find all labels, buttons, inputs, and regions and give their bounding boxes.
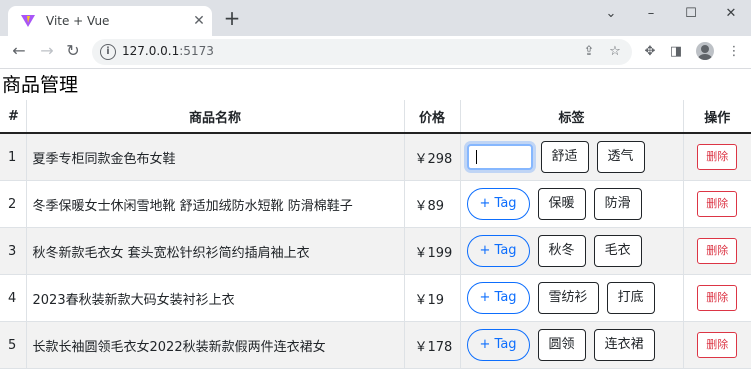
table-row: 4 2023春秋装新款大码女装衬衫上衣 ￥19 + Tag 雪纺衫 打底 删除 [0, 274, 751, 322]
table-row: 2 冬季保暖女士休闲雪地靴 舒适加绒防水短靴 防滑棉鞋子 ￥89 + Tag 保暖 防滑删… [0, 180, 751, 228]
product-price: ￥298 [403, 133, 460, 181]
delete-button[interactable]: 删除 [697, 191, 738, 217]
tags-cell: + Tag 秋冬 毛衣 [459, 227, 683, 275]
tag-chip: 舒适 [540, 141, 589, 173]
actions-cell: 删除 [682, 274, 751, 322]
share-icon[interactable]: ⇪ [580, 43, 598, 61]
product-name: 2023春秋装新款大码女装衬衫上衣 [25, 274, 404, 322]
extensions-icon[interactable]: ✥ [640, 42, 660, 62]
tag-input-field[interactable] [466, 144, 533, 170]
add-tag-button[interactable]: + Tag [466, 235, 530, 267]
tags-cell: + Tag 雪纺衫 打底 [459, 274, 683, 322]
product-name: 长款长袖圆领毛衣女2022秋装新款假两件连衣裙女 [25, 321, 404, 369]
tags-cell: + Tag 圆领 连衣裙 [459, 321, 683, 369]
product-name: 冬季保暖女士休闲雪地靴 舒适加绒防水短靴 防滑棉鞋子 [25, 180, 404, 228]
side-panel-icon[interactable]: ◨ [666, 42, 686, 62]
product-price: ￥199 [403, 227, 460, 275]
column-header-name: 商品名称 [25, 100, 404, 134]
bookmark-star-icon[interactable]: ☆ [606, 43, 624, 61]
product-price: ￥178 [403, 321, 460, 369]
column-header-actions: 操作 [682, 100, 751, 134]
row-index: 4 [0, 274, 26, 322]
tags-cell: 舒适 透气 [459, 133, 683, 181]
table-header-row: # 商品名称 价格 标签 操作 [0, 100, 751, 134]
back-button[interactable]: ← [8, 40, 30, 62]
maximize-button[interactable]: ☐ [674, 3, 708, 25]
tag-chip: 连衣裙 [593, 329, 655, 361]
tag-chip: 秋冬 [537, 235, 586, 267]
table-row: 5 长款长袖圆领毛衣女2022秋装新款假两件连衣裙女 ￥178 + Tag 圆领 连衣裙删… [0, 321, 751, 369]
tag-chip: 打底 [606, 282, 655, 314]
tag-chip: 防滑 [593, 188, 642, 220]
close-window-button[interactable]: ✕ [714, 3, 748, 25]
product-price: ￥19 [403, 274, 460, 322]
profile-avatar[interactable] [696, 42, 714, 60]
browser-tab[interactable]: Vite + Vue ✕ [8, 6, 212, 36]
tag-chip: 毛衣 [593, 235, 642, 267]
browser-toolbar: ← → ↻ i 127.0.0.1:5173 ⇪ ☆ ✥ ◨ ⋮ [0, 36, 751, 69]
delete-button[interactable]: 删除 [697, 238, 738, 264]
table-row: 3 秋冬新款毛衣女 套头宽松针织衫简约插肩袖上衣 ￥199 + Tag 秋冬 毛衣 删除 [0, 227, 751, 275]
row-index: 1 [0, 133, 26, 181]
tag-chip: 保暖 [537, 188, 586, 220]
page-title: 商品管理 [2, 74, 79, 96]
tag-chip: 圆领 [537, 329, 586, 361]
actions-cell: 删除 [682, 133, 751, 181]
actions-cell: 删除 [682, 321, 751, 369]
tab-title: Vite + Vue [46, 14, 110, 28]
url-text: 127.0.0.1:5173 [122, 44, 214, 58]
menu-kebab-icon[interactable]: ⋮ [724, 42, 744, 62]
add-tag-button[interactable]: + Tag [466, 329, 530, 361]
delete-button[interactable]: 删除 [697, 144, 738, 170]
row-index: 5 [0, 321, 26, 369]
add-tag-button[interactable]: + Tag [466, 282, 530, 314]
browser-titlebar: Vite + Vue ✕ + ⌄ – ☐ ✕ [0, 0, 751, 36]
tag-chip: 透气 [596, 141, 645, 173]
product-price: ￥89 [403, 180, 460, 228]
add-tag-button[interactable]: + Tag [466, 188, 530, 220]
delete-button[interactable]: 删除 [697, 285, 738, 311]
actions-cell: 删除 [682, 227, 751, 275]
actions-cell: 删除 [682, 180, 751, 228]
delete-button[interactable]: 删除 [697, 332, 738, 358]
tags-cell: + Tag 保暖 防滑 [459, 180, 683, 228]
table-row: 1 夏季专柜同款金色布女鞋 ￥298 舒适 透气 删除 [0, 133, 751, 181]
minimize-button[interactable]: – [634, 3, 668, 25]
site-info-icon[interactable]: i [100, 44, 116, 60]
new-tab-button[interactable]: + [222, 8, 242, 29]
column-header-price: 价格 [403, 100, 460, 134]
forward-button[interactable]: → [36, 40, 58, 62]
tab-close-icon[interactable]: ✕ [190, 12, 208, 30]
vite-logo-icon [21, 15, 35, 27]
tab-search-icon[interactable]: ⌄ [594, 3, 628, 25]
address-bar[interactable]: i 127.0.0.1:5173 ⇪ ☆ [92, 39, 632, 65]
product-table: # 商品名称 价格 标签 操作 1 夏季专柜同款金色布女鞋 ￥298 舒适 透气 删除 2 冬… [0, 100, 751, 369]
product-name: 夏季专柜同款金色布女鞋 [25, 133, 404, 181]
reload-button[interactable]: ↻ [62, 40, 84, 62]
row-index: 2 [0, 180, 26, 228]
tag-chip: 雪纺衫 [537, 282, 599, 314]
product-name: 秋冬新款毛衣女 套头宽松针织衫简约插肩袖上衣 [25, 227, 404, 275]
row-index: 3 [0, 227, 26, 275]
column-header-tags: 标签 [459, 100, 683, 134]
column-header-index: # [0, 100, 26, 134]
